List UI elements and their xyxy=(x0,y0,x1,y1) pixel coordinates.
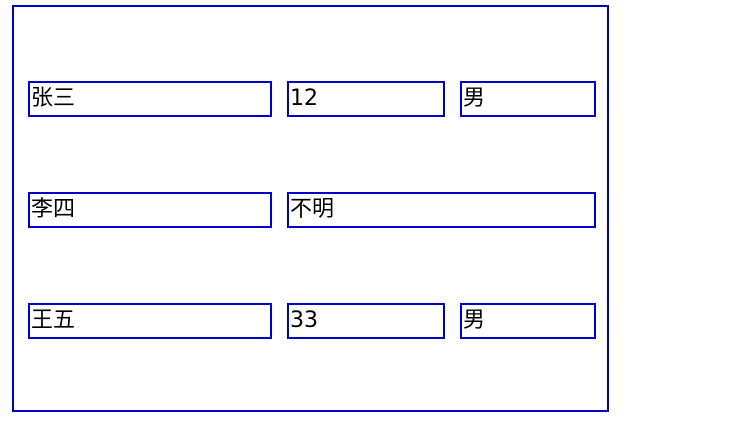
row-1-gender-cell: 男 xyxy=(460,81,596,117)
row-3-age-cell: 33 xyxy=(287,303,445,339)
row-2-merged-cell: 不明 xyxy=(287,192,596,228)
row-1-age-cell: 12 xyxy=(287,81,445,117)
row-2-name-cell: 李四 xyxy=(28,192,272,228)
row-3-gender-cell: 男 xyxy=(460,303,596,339)
row-1-name-cell: 张三 xyxy=(28,81,272,117)
row-3-name-cell: 王五 xyxy=(28,303,272,339)
